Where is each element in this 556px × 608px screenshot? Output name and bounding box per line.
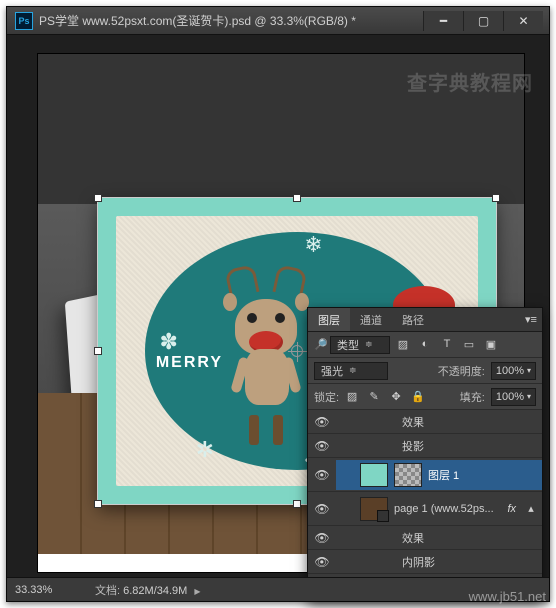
- inner-shadow-label: 内阴影: [402, 554, 538, 570]
- kind-label: 类型: [337, 337, 359, 353]
- chevron-down-icon: ▾: [527, 392, 531, 401]
- lock-icons: ▨ ✎ ✥ 🔒: [345, 390, 425, 403]
- fill-field[interactable]: 100% ▾: [491, 388, 536, 406]
- opacity-value: 100%: [496, 365, 524, 377]
- chevron-down-icon: ≑: [365, 339, 373, 350]
- fx-twirl-icon[interactable]: ▴: [524, 502, 538, 515]
- title-bar: Ps PS学堂 www.52psxt.com(圣诞贺卡).psd @ 33.3%…: [7, 7, 549, 35]
- transform-handle-bm[interactable]: [293, 500, 301, 508]
- snowflake-icon: ❄: [304, 232, 322, 258]
- merry-text: MERRY: [156, 354, 223, 372]
- window-controls: ━ ▢ ✕: [423, 11, 543, 31]
- visibility-toggle[interactable]: 👁: [308, 415, 336, 429]
- kind-select[interactable]: 类型 ≑: [330, 336, 390, 354]
- fill-value: 100%: [496, 391, 524, 403]
- transform-handle-bl[interactable]: [94, 500, 102, 508]
- layer-page1-name: page 1 (www.52ps...: [394, 503, 501, 515]
- status-menu-icon[interactable]: ▶: [194, 587, 200, 596]
- ps-logo-icon: Ps: [15, 12, 33, 30]
- layer-dropshadow-row[interactable]: 👁 投影: [308, 434, 542, 458]
- doc-size-label: 文档:: [95, 585, 120, 597]
- layer-page1-row[interactable]: 👁 page 1 (www.52ps... fx ▴: [308, 492, 542, 526]
- fx-badge: fx: [507, 503, 518, 515]
- filter-type-icon[interactable]: T: [440, 338, 454, 351]
- tab-layers[interactable]: 图层: [308, 308, 350, 331]
- filter-shape-icon[interactable]: ▭: [462, 338, 476, 351]
- fill-label: 填充:: [460, 389, 485, 405]
- layer-fx-row[interactable]: 👁 效果: [308, 410, 542, 434]
- layer-mask-thumbnail[interactable]: [394, 463, 422, 487]
- blend-mode-value: 强光: [321, 363, 343, 379]
- layers-panel: 图层 通道 路径 ▾≡ 🔎 类型 ≑ ▨ ◐ T ▭ ▣ 强光 ≑: [307, 307, 543, 601]
- visibility-toggle[interactable]: 👁: [308, 531, 336, 545]
- layer-thumbnail[interactable]: [360, 497, 388, 521]
- layer-list: 👁 效果 👁 投影 👁 图层 1 👁: [308, 410, 542, 600]
- layer-thumbnail[interactable]: [360, 463, 388, 487]
- lock-transparent-icon[interactable]: ▨: [345, 390, 359, 403]
- filter-adjust-icon[interactable]: ◐: [418, 338, 432, 351]
- lock-row: 锁定: ▨ ✎ ✥ 🔒 填充: 100% ▾: [308, 384, 542, 410]
- layer-1-row[interactable]: 👁 图层 1: [308, 458, 542, 492]
- lock-label: 锁定:: [314, 389, 339, 405]
- layer-fx-row[interactable]: 👁 效果: [308, 526, 542, 550]
- lock-pixels-icon[interactable]: ✎: [367, 390, 381, 403]
- filter-row: 🔎 类型 ≑ ▨ ◐ T ▭ ▣: [308, 332, 542, 358]
- lock-all-icon[interactable]: 🔒: [411, 390, 425, 403]
- fx-label: 效果: [402, 414, 538, 430]
- layer-innershadow-row[interactable]: 👁 内阴影: [308, 550, 542, 574]
- close-button[interactable]: ✕: [503, 11, 543, 31]
- minimize-button[interactable]: ━: [423, 11, 463, 31]
- drop-shadow-label: 投影: [402, 438, 538, 454]
- blend-row: 强光 ≑ 不透明度: 100% ▾: [308, 358, 542, 384]
- visibility-toggle[interactable]: 👁: [308, 502, 336, 516]
- maximize-button[interactable]: ▢: [463, 11, 503, 31]
- transform-handle-tm[interactable]: [293, 194, 301, 202]
- app-window: Ps PS学堂 www.52psxt.com(圣诞贺卡).psd @ 33.3%…: [6, 6, 550, 602]
- filter-pixel-icon[interactable]: ▨: [396, 338, 410, 351]
- panel-tabs: 图层 通道 路径 ▾≡: [308, 308, 542, 332]
- search-icon[interactable]: 🔎: [314, 338, 324, 351]
- visibility-toggle[interactable]: 👁: [308, 439, 336, 453]
- zoom-value[interactable]: 33.33%: [15, 584, 77, 596]
- snowflake-icon: ✲: [196, 437, 214, 463]
- panel-menu-icon[interactable]: ▾≡: [520, 313, 542, 326]
- tab-channels[interactable]: 通道: [350, 308, 392, 331]
- tab-paths[interactable]: 路径: [392, 308, 434, 331]
- transform-handle-tl[interactable]: [94, 194, 102, 202]
- blend-mode-select[interactable]: 强光 ≑: [314, 362, 388, 380]
- doc-size-value: 6.82M/34.9M: [123, 585, 187, 597]
- transform-center-icon[interactable]: [291, 345, 303, 357]
- filter-smart-icon[interactable]: ▣: [484, 338, 498, 351]
- opacity-label: 不透明度:: [438, 363, 485, 379]
- status-bar: 33.33% 文档: 6.82M/34.9M ▶: [7, 577, 549, 601]
- lock-position-icon[interactable]: ✥: [389, 390, 403, 403]
- chevron-down-icon: ▾: [527, 366, 531, 375]
- transform-handle-ml[interactable]: [94, 347, 102, 355]
- window-title: PS学堂 www.52psxt.com(圣诞贺卡).psd @ 33.3%(RG…: [39, 12, 423, 29]
- fx-label: 效果: [402, 530, 538, 546]
- layer-1-name: 图层 1: [428, 467, 538, 483]
- opacity-field[interactable]: 100% ▾: [491, 362, 536, 380]
- filter-icons: ▨ ◐ T ▭ ▣: [396, 338, 498, 351]
- visibility-toggle[interactable]: 👁: [308, 555, 336, 569]
- chevron-down-icon: ≑: [349, 365, 357, 376]
- snowflake-icon: ✽: [159, 329, 177, 355]
- transform-handle-tr[interactable]: [492, 194, 500, 202]
- visibility-toggle[interactable]: 👁: [308, 468, 336, 482]
